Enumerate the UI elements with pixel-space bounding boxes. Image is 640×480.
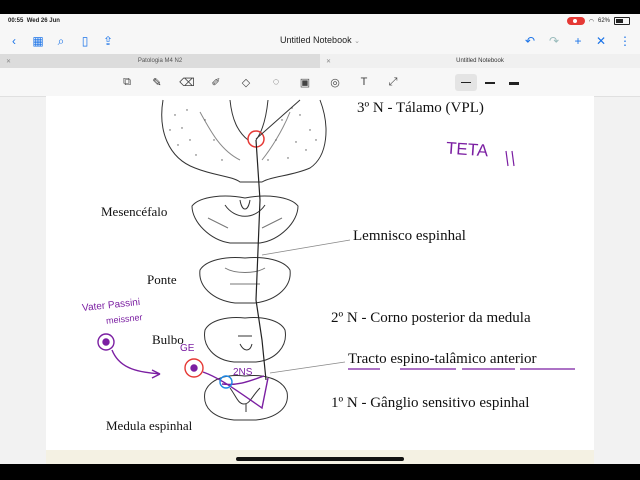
mesencephalon-drawing (191, 195, 299, 244)
bulbo-drawing (204, 317, 286, 363)
tract-pointer-line (269, 361, 346, 374)
thalamus-section-drawing (161, 99, 327, 183)
label-mesencephalon: Mesencéfalo (101, 204, 168, 219)
bottom-bezel (0, 464, 640, 480)
label-pons: Ponte (147, 272, 177, 287)
lemniscus-pointer-line (261, 239, 351, 256)
anatomy-diagram (97, 99, 575, 421)
label-first-neuron: 1º N - Gânglio sensitivo espinhal (331, 395, 530, 411)
app-screen: 00:55 Wed 26 Jun ◠ 62% ‹ ▦ ⌕ ▯ ⇪ Untitle… (0, 0, 640, 480)
label-thalamus: 3º N - Tálamo (VPL) (357, 100, 484, 116)
handwriting-ge: GE (180, 343, 195, 354)
label-lemniscus: Lemnisco espinhal (353, 228, 466, 244)
label-spinal-cord: Medula espinhal (106, 418, 193, 433)
handwriting-2ns: 2NS (233, 367, 253, 378)
home-indicator[interactable] (236, 457, 404, 461)
label-tract: Tracto espino-talâmico anterior (348, 351, 537, 367)
label-second-neuron: 2º N - Corno posterior da medula (331, 310, 531, 326)
pons-drawing (199, 257, 291, 304)
handwriting-teta: TETA (445, 138, 489, 161)
